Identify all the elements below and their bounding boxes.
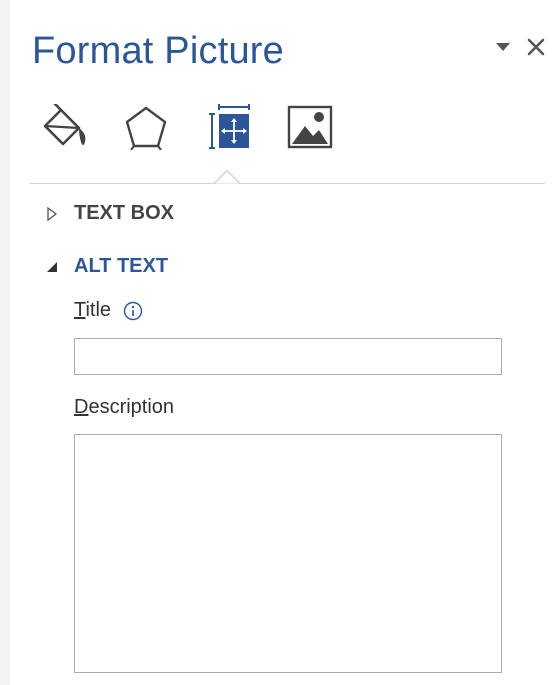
paint-bucket-icon [43,104,86,146]
pane-title: Format Picture [32,30,284,72]
section-text-box-label: TEXT BOX [74,202,175,224]
title-label-text: itle [85,299,112,321]
tab-size-properties[interactable] [204,100,256,154]
tab-effects[interactable] [120,100,172,154]
tab-picture[interactable] [284,100,336,154]
picture-icon [287,105,333,149]
title-input[interactable] [74,338,502,375]
close-icon[interactable] [527,38,545,56]
description-field-label: Description [74,396,174,419]
tabs-divider [30,183,545,184]
expand-arrow-icon [46,206,66,221]
format-picture-pane: Format Picture TEXT BOX ALT TEXT Title D… [10,0,559,685]
tab-fill-line[interactable] [40,100,92,154]
selected-tab-pointer [214,169,240,184]
category-tabs [40,100,340,156]
size-properties-icon [209,104,250,149]
description-label-text: escription [88,396,175,418]
pane-title-controls [495,38,545,56]
info-icon[interactable] [123,301,143,321]
dropdown-triangle-icon[interactable] [495,42,511,52]
title-field-label: Title [74,299,143,322]
description-access-key: D [74,396,89,418]
description-textarea[interactable] [74,434,502,673]
pentagon-icon [125,106,167,150]
title-access-key: T [74,299,86,321]
section-alt-text-label: ALT TEXT [74,255,169,277]
section-alt-text[interactable]: ALT TEXT [46,255,168,278]
section-text-box[interactable]: TEXT BOX [46,202,174,225]
collapse-arrow-icon [46,261,66,273]
